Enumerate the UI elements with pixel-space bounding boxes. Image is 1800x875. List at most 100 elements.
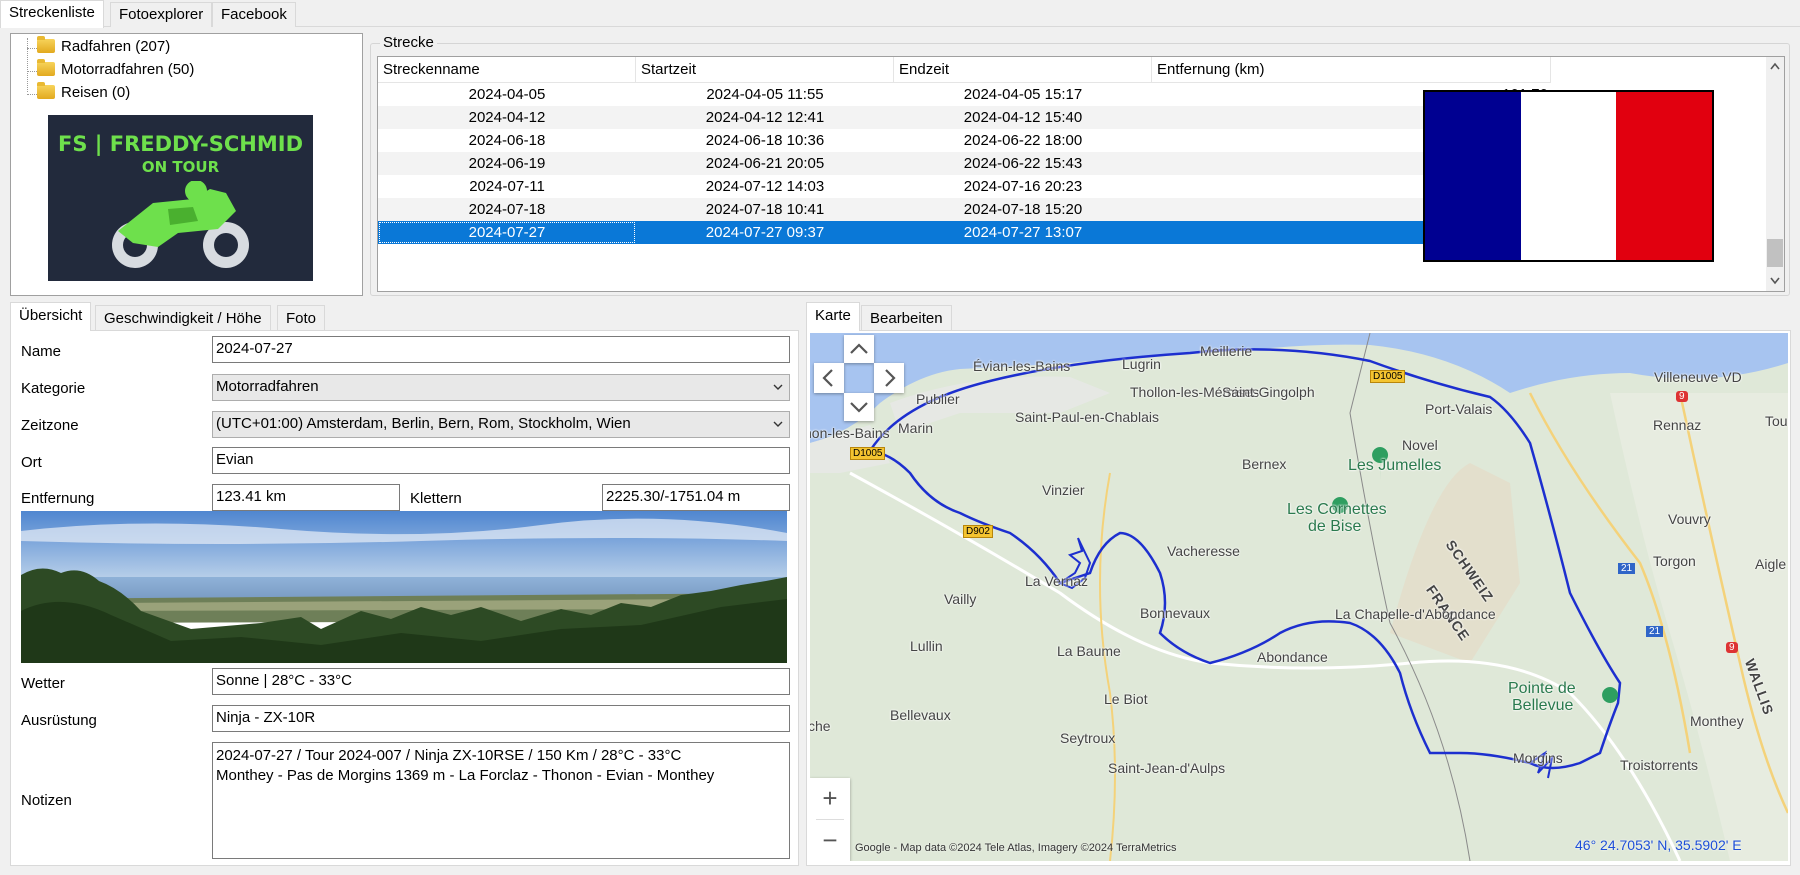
- table-cell: 2024-04-05 11:55: [706, 86, 824, 103]
- map-place-label: Les Jumelles: [1348, 457, 1442, 474]
- table-row[interactable]: 2024-07-11 2024-07-12 14:03 2024-07-16 20:…: [378, 175, 1551, 198]
- tree-item-label: Motorradfahren (50): [61, 61, 195, 78]
- map-place-label: Vailly: [944, 591, 977, 607]
- name-field[interactable]: 2024-07-27: [212, 336, 790, 363]
- scroll-up-icon[interactable]: [1770, 62, 1780, 70]
- scrollbar-thumb[interactable]: [1767, 239, 1783, 267]
- map-place-label: Lullin: [910, 638, 943, 654]
- map-place-label: Saint-Jean-d'Aulps: [1108, 760, 1226, 776]
- main-tab-bar: Streckenliste Fotoexplorer Facebook: [0, 0, 1800, 28]
- wetter-field[interactable]: Sonne | 28°C - 33°C: [212, 668, 790, 695]
- column-header-streckenname[interactable]: Streckenname: [378, 57, 636, 83]
- tab-foto[interactable]: Foto: [277, 305, 326, 331]
- table-cell: 2024-07-18: [468, 201, 546, 218]
- map-place-label: Bellevue: [1512, 697, 1574, 714]
- wetter-label: Wetter: [21, 675, 65, 692]
- table-row[interactable]: 2024-04-05 2024-04-05 11:55 2024-04-05 15:…: [378, 83, 1551, 106]
- kategorie-select[interactable]: Motorradfahren: [212, 374, 790, 401]
- road-badge: D1005: [850, 447, 886, 460]
- table-header: Streckenname Startzeit Endzeit Entfernun…: [378, 57, 1551, 83]
- map-place-label: Pointe de: [1508, 680, 1576, 697]
- road-badge: 9: [1676, 391, 1688, 402]
- ort-label: Ort: [21, 454, 42, 471]
- klettern-field[interactable]: 2225.30/-1751.04 m: [602, 484, 790, 511]
- map-place-label: Bernex: [1242, 456, 1287, 472]
- map-place-label: non-les-Bains: [810, 425, 890, 441]
- table-row[interactable]: 2024-04-12 2024-04-12 12:41 2024-04-12 15:…: [378, 106, 1551, 129]
- road-badge: D902: [963, 525, 993, 538]
- pan-right-button[interactable]: [874, 363, 904, 393]
- map-place-label: La Chapelle-d'Abondance: [1335, 606, 1496, 622]
- table-row[interactable]: 2024-07-18 2024-07-18 10:41 2024-07-18 15:…: [378, 198, 1551, 221]
- column-header-startzeit[interactable]: Startzeit: [636, 57, 894, 83]
- map-place-label: Novel: [1402, 437, 1438, 453]
- map-place-label: Marin: [898, 420, 934, 436]
- tab-streckenliste[interactable]: Streckenliste: [0, 0, 104, 28]
- klettern-label: Klettern: [410, 490, 462, 507]
- map-place-label: Lugrin: [1122, 356, 1161, 372]
- road-badge: D1005: [1370, 370, 1406, 383]
- map-place-label: Torgon: [1653, 553, 1696, 569]
- zeitzone-label: Zeitzone: [21, 417, 79, 434]
- table-cell: 2024-04-12: [468, 109, 546, 126]
- table-cell: 2024-07-18 10:41: [705, 201, 825, 218]
- tree-item-radfahren[interactable]: Radfahren (207): [37, 36, 170, 58]
- table-cell: 2024-06-22 18:00: [963, 132, 1083, 149]
- tab-fotoexplorer[interactable]: Fotoexplorer: [110, 2, 213, 27]
- chevron-down-icon: [850, 402, 868, 413]
- column-header-entfernung[interactable]: Entfernung (km): [1152, 57, 1551, 83]
- table-row[interactable]: 2024-06-18 2024-06-18 10:36 2024-06-22 18:…: [378, 129, 1551, 152]
- table-cell: 2024-06-19: [468, 155, 546, 172]
- table-cell: 2024-07-27 09:37: [705, 224, 825, 241]
- tab-geschwindigkeit-hoehe[interactable]: Geschwindigkeit / Höhe: [95, 305, 271, 331]
- entfernung-field[interactable]: 123.41 km: [212, 484, 400, 511]
- folder-icon: [37, 59, 55, 76]
- logo-subtitle: ON TOUR: [141, 158, 220, 176]
- chevron-left-icon: [822, 369, 833, 387]
- map-place-label: Villeneuve VD: [1654, 369, 1742, 385]
- notizen-textarea[interactable]: 2024-07-27 / Tour 2024-007 / Ninja ZX-10…: [212, 742, 790, 859]
- map-place-label: Vouvry: [1668, 511, 1711, 527]
- strecke-table: Streckenname Startzeit Endzeit Entfernun…: [377, 56, 1785, 292]
- road-badge: 21: [1646, 626, 1664, 637]
- ort-field[interactable]: Evian: [212, 447, 790, 474]
- tree-item-motorradfahren[interactable]: Motorradfahren (50): [37, 59, 194, 81]
- tab-bearbeiten[interactable]: Bearbeiten: [861, 305, 952, 331]
- table-cell: 2024-07-27 13:07: [963, 224, 1083, 241]
- map-view[interactable]: Évian-les-Bains Lugrin Meillerie Publier Tho…: [810, 333, 1788, 861]
- pan-left-button[interactable]: [814, 363, 844, 393]
- table-row[interactable]: 2024-06-19 2024-06-21 20:05 2024-06-22 15:…: [378, 152, 1551, 175]
- zoom-out-button[interactable]: −: [810, 820, 850, 861]
- tree-item-label: Radfahren (207): [61, 38, 171, 55]
- pan-down-button[interactable]: [844, 393, 874, 421]
- pan-up-button[interactable]: [844, 335, 874, 363]
- map-place-label: Bellevaux: [890, 707, 951, 723]
- table-cell: 2024-07-11: [469, 178, 545, 195]
- chevron-down-icon: [773, 384, 783, 390]
- tree-item-reisen[interactable]: Reisen (0): [37, 82, 130, 104]
- table-cell: 2024-06-22 15:43: [963, 155, 1083, 172]
- map-place-label: Évian-les-Bains: [973, 358, 1071, 374]
- tab-karte[interactable]: Karte: [806, 302, 860, 331]
- flag-stripe-blue: [1425, 92, 1521, 260]
- ausruestung-field[interactable]: Ninja - ZX-10R: [212, 705, 790, 732]
- map-place-label: Aigle: [1755, 556, 1787, 572]
- map-attribution: Google - Map data ©2024 Tele Atlas, Imag…: [855, 842, 1177, 854]
- map-coordinates: 46° 24.7053' N, 35.5902' E: [1575, 837, 1742, 853]
- map-place-label: La Vernaz: [1025, 573, 1089, 589]
- chevron-down-icon: [773, 421, 783, 427]
- table-scrollbar[interactable]: [1766, 57, 1784, 291]
- scroll-down-icon[interactable]: [1770, 277, 1780, 285]
- map-place-label: Morgins: [1513, 750, 1563, 766]
- zoom-control: + −: [810, 778, 850, 861]
- tab-uebersicht[interactable]: Übersicht: [10, 302, 92, 331]
- folder-icon: [37, 82, 55, 99]
- map-place-label: Meillerie: [1200, 343, 1253, 359]
- strecke-group-label: Strecke: [380, 34, 437, 51]
- zeitzone-select[interactable]: (UTC+01:00) Amsterdam, Berlin, Bern, Rom…: [212, 411, 790, 438]
- zoom-in-button[interactable]: +: [810, 778, 850, 819]
- name-label: Name: [21, 343, 62, 360]
- tab-facebook[interactable]: Facebook: [212, 2, 296, 27]
- column-header-endzeit[interactable]: Endzeit: [894, 57, 1152, 83]
- table-row[interactable]: 2024-07-27 2024-07-27 09:37 2024-07-27 13:…: [378, 221, 1551, 244]
